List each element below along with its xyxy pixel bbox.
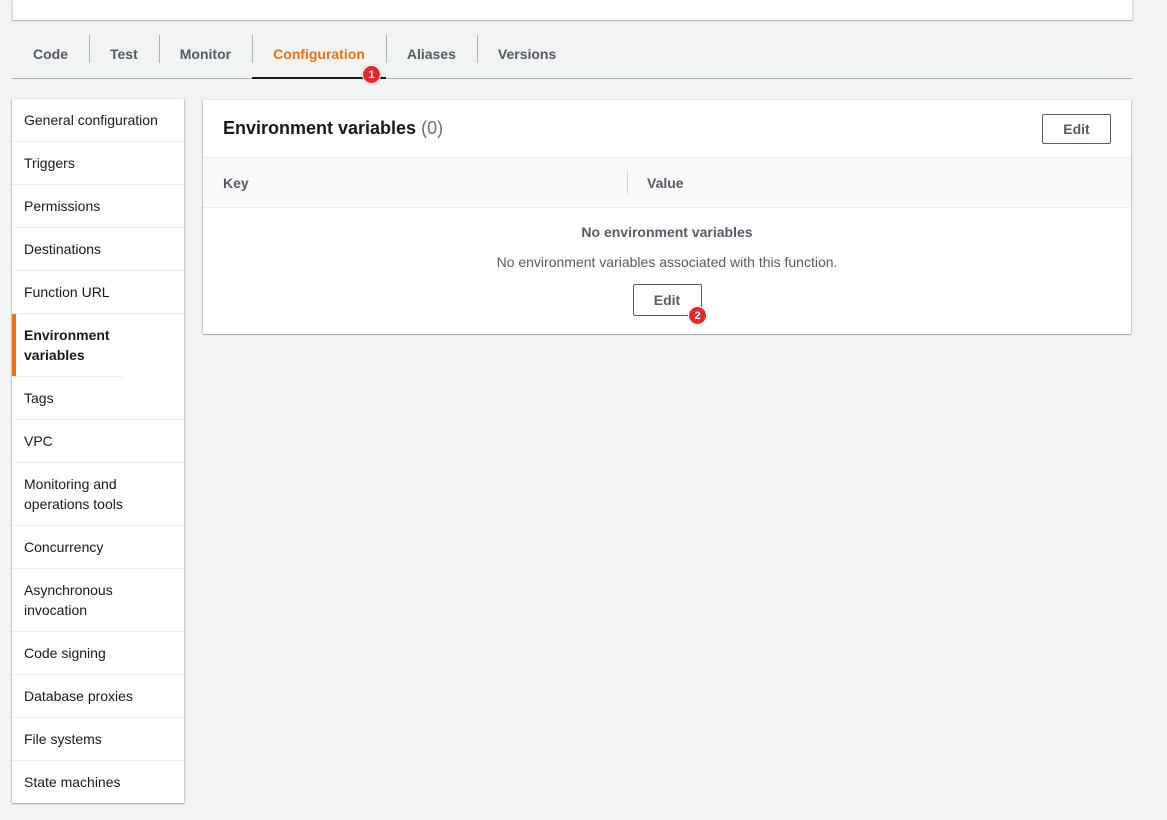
tab-test[interactable]: Test — [89, 33, 159, 78]
tab-code[interactable]: Code — [12, 33, 89, 78]
table-header: Key Value — [203, 158, 1131, 208]
column-header-key: Key — [223, 174, 249, 191]
panel-count: (0) — [421, 118, 444, 138]
sidebar-item-state-machines[interactable]: State machines — [12, 761, 184, 803]
sidebar-item-environment-variables[interactable]: Environment variables — [12, 314, 122, 377]
sidebar-item-function-url[interactable]: Function URL — [12, 271, 184, 314]
environment-variables-panel: Environment variables (0) Edit Key Value… — [203, 100, 1131, 334]
sidebar-item-destinations[interactable]: Destinations — [12, 228, 184, 271]
empty-state-description: No environment variables associated with… — [496, 254, 838, 270]
column-divider — [627, 170, 628, 194]
sidebar-item-concurrency[interactable]: Concurrency — [12, 526, 184, 569]
tab-aliases[interactable]: Aliases — [385, 33, 477, 78]
step-badge-2: 2 — [688, 306, 707, 325]
tab-label: Test — [110, 45, 138, 62]
tab-versions[interactable]: Versions — [476, 33, 577, 78]
sidebar-item-file-systems[interactable]: File systems — [12, 718, 184, 761]
tab-label: Configuration — [273, 45, 365, 62]
panel-title: Environment variables — [223, 118, 417, 138]
edit-button[interactable]: Edit — [1042, 114, 1111, 144]
top-panel — [12, 0, 1133, 20]
tab-bar: Code Test Monitor Configuration Aliases … — [12, 33, 1132, 79]
sidebar-item-general-configuration[interactable]: General configuration — [12, 99, 184, 142]
tab-label: Monitor — [179, 45, 232, 62]
sidebar-item-vpc[interactable]: VPC — [12, 420, 184, 463]
column-header-value: Value — [647, 174, 684, 191]
tab-label: Code — [33, 45, 68, 62]
tab-monitor[interactable]: Monitor — [158, 33, 252, 78]
sidebar-item-monitoring-and-operations-tools[interactable]: Monitoring and operations tools — [12, 463, 184, 526]
sidebar-item-database-proxies[interactable]: Database proxies — [12, 675, 184, 718]
config-sidebar: General configuration Triggers Permissio… — [12, 99, 184, 803]
sidebar-item-asynchronous-invocation[interactable]: Asynchronous invocation — [12, 569, 184, 632]
step-badge-1: 1 — [362, 65, 381, 84]
empty-state: No environment variables No environment … — [203, 224, 1131, 316]
sidebar-item-code-signing[interactable]: Code signing — [12, 632, 184, 675]
tab-label: Versions — [497, 45, 557, 62]
sidebar-item-triggers[interactable]: Triggers — [12, 142, 184, 185]
panel-header: Environment variables (0) Edit — [203, 100, 1131, 158]
tab-label: Aliases — [406, 45, 456, 62]
sidebar-item-tags[interactable]: Tags — [12, 377, 184, 420]
empty-state-title: No environment variables — [581, 224, 753, 240]
sidebar-item-permissions[interactable]: Permissions — [12, 185, 184, 228]
